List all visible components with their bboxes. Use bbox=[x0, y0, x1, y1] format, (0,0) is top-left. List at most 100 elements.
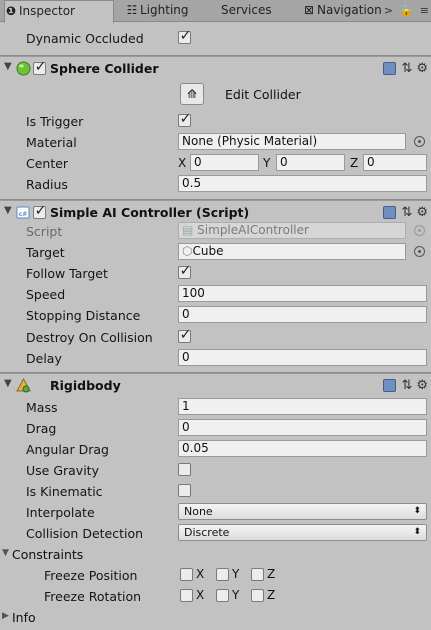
gear-icon[interactable]: ⚙ bbox=[416, 61, 428, 76]
object-picker-icon bbox=[414, 225, 425, 236]
dropdown-arrow-icon: ⬍ bbox=[413, 506, 421, 516]
info-icon: ❶ bbox=[5, 4, 17, 18]
center-y-field[interactable]: 0 bbox=[276, 154, 345, 171]
info-label: Info bbox=[12, 610, 36, 625]
check-icon: ✓ bbox=[179, 263, 192, 279]
tab-lighting[interactable]: ☷ Lighting bbox=[126, 0, 206, 22]
is-kinematic-checkbox[interactable] bbox=[178, 484, 191, 497]
help-book-icon[interactable] bbox=[383, 379, 397, 392]
lighting-icon: ☷ bbox=[126, 3, 138, 17]
stopping-distance-row: Stopping Distance 0 bbox=[0, 305, 431, 326]
interpolate-dropdown[interactable]: None ⬍ bbox=[178, 503, 427, 520]
freeze-position-z-label: Z bbox=[267, 567, 276, 581]
script-field: ▤ SimpleAIController bbox=[178, 222, 406, 239]
use-gravity-checkbox[interactable] bbox=[178, 463, 191, 476]
gear-icon[interactable]: ⚙ bbox=[416, 205, 428, 220]
collision-detection-dropdown[interactable]: Discrete ⬍ bbox=[178, 524, 427, 541]
drag-field[interactable]: 0 bbox=[178, 419, 427, 436]
info-row[interactable]: ▶ Info bbox=[0, 607, 431, 628]
help-book-icon[interactable] bbox=[383, 206, 397, 219]
dynamic-occluded-row: Dynamic Occluded ✓ bbox=[0, 28, 431, 49]
collision-detection-label: Collision Detection bbox=[26, 526, 144, 541]
collision-detection-row: Collision Detection Discrete ⬍ bbox=[0, 523, 431, 544]
tab-navigation-label: Navigation bbox=[317, 3, 382, 17]
material-field[interactable]: None (Physic Material) bbox=[178, 133, 406, 150]
foldout-expanded-icon[interactable]: ▼ bbox=[4, 205, 12, 216]
script-icon: c# bbox=[16, 206, 30, 219]
object-picker-icon[interactable] bbox=[414, 136, 425, 147]
freeze-position-row: Freeze Position X Y Z bbox=[0, 565, 431, 586]
constraints-row[interactable]: ▼ Constraints bbox=[0, 544, 431, 565]
tab-options: > 🔒 ≡ bbox=[381, 0, 429, 22]
foldout-expanded-icon[interactable]: ▼ bbox=[4, 378, 12, 389]
edit-collider-button[interactable]: ⟰ bbox=[180, 83, 204, 105]
menu-icon[interactable]: ≡ bbox=[420, 4, 429, 17]
target-label: Target bbox=[26, 245, 65, 260]
edit-collider-row: ⟰ Edit Collider bbox=[0, 83, 431, 108]
foldout-expanded-icon[interactable]: ▼ bbox=[4, 61, 12, 72]
is-trigger-label: Is Trigger bbox=[26, 114, 84, 129]
component-separator bbox=[0, 55, 431, 57]
tab-services-label: Services bbox=[221, 3, 272, 17]
lock-icon[interactable]: 🔒 bbox=[400, 4, 414, 17]
freeze-position-x-checkbox[interactable] bbox=[180, 568, 193, 581]
interpolate-label: Interpolate bbox=[26, 505, 95, 520]
script-row: Script ▤ SimpleAIController bbox=[0, 221, 431, 242]
collision-detection-value: Discrete bbox=[184, 526, 230, 539]
tab-inspector-label: Inspector bbox=[19, 4, 75, 18]
freeze-rotation-y-checkbox[interactable] bbox=[216, 589, 229, 602]
target-row: Target ⬡Cube bbox=[0, 242, 431, 263]
rigidbody-header[interactable]: ▼ Rigidbody ⇅ ⚙ bbox=[0, 375, 431, 398]
follow-target-checkbox[interactable]: ✓ bbox=[178, 263, 192, 279]
preset-icon[interactable]: ⇅ bbox=[401, 378, 412, 393]
sphere-collider-header[interactable]: ▼ ✓ Sphere Collider ⇅ ⚙ bbox=[0, 58, 431, 81]
angular-drag-field[interactable]: 0.05 bbox=[178, 440, 427, 457]
destroy-on-collision-checkbox[interactable]: ✓ bbox=[178, 327, 191, 343]
object-picker-icon[interactable] bbox=[414, 246, 425, 257]
dynamic-occluded-checkbox[interactable]: ✓ bbox=[178, 28, 191, 44]
edit-collider-label: Edit Collider bbox=[225, 87, 301, 102]
radius-field[interactable]: 0.5 bbox=[178, 175, 427, 192]
constraints-label: Constraints bbox=[12, 547, 84, 562]
foldout-expanded-icon[interactable]: ▼ bbox=[2, 548, 9, 558]
sphere-collider-enabled-checkbox[interactable]: ✓ bbox=[33, 59, 46, 75]
destroy-on-collision-row: Destroy On Collision ✓ bbox=[0, 327, 431, 348]
freeze-position-z-checkbox[interactable] bbox=[251, 568, 264, 581]
mass-field[interactable]: 1 bbox=[178, 398, 427, 415]
delay-row: Delay 0 bbox=[0, 348, 431, 369]
preset-icon[interactable]: ⇅ bbox=[401, 61, 412, 76]
ai-controller-title: Simple AI Controller (Script) bbox=[50, 205, 250, 220]
ai-controller-enabled-checkbox[interactable]: ✓ bbox=[33, 203, 46, 219]
delay-field[interactable]: 0 bbox=[178, 349, 427, 366]
radius-label: Radius bbox=[26, 177, 68, 192]
target-field[interactable]: ⬡Cube bbox=[178, 243, 406, 260]
speed-label: Speed bbox=[26, 287, 66, 302]
freeze-position-y-checkbox[interactable] bbox=[216, 568, 229, 581]
destroy-on-collision-label: Destroy On Collision bbox=[26, 330, 153, 345]
radius-row: Radius 0.5 bbox=[0, 174, 431, 195]
preset-icon[interactable]: ⇅ bbox=[401, 205, 412, 220]
gear-icon[interactable]: ⚙ bbox=[416, 378, 428, 393]
tab-lighting-label: Lighting bbox=[140, 3, 189, 17]
dropdown-arrow-icon: ⬍ bbox=[413, 527, 421, 537]
help-book-icon[interactable] bbox=[383, 62, 397, 75]
material-label: Material bbox=[26, 135, 77, 150]
is-trigger-checkbox[interactable]: ✓ bbox=[178, 111, 191, 127]
interpolate-row: Interpolate None ⬍ bbox=[0, 502, 431, 523]
freeze-rotation-z-checkbox[interactable] bbox=[251, 589, 264, 602]
center-x-field[interactable]: 0 bbox=[190, 154, 259, 171]
center-z-field[interactable]: 0 bbox=[363, 154, 427, 171]
speed-field[interactable]: 100 bbox=[178, 285, 427, 302]
foldout-collapsed-icon[interactable]: ▶ bbox=[2, 611, 9, 621]
speed-row: Speed 100 bbox=[0, 284, 431, 305]
navigation-icon: ⊠ bbox=[303, 3, 315, 17]
follow-target-row: Follow Target ✓ bbox=[0, 263, 431, 284]
tab-navigation[interactable]: ⊠ Navigation bbox=[303, 0, 385, 22]
tab-inspector[interactable]: ❶ Inspector bbox=[4, 0, 114, 23]
stopping-distance-field[interactable]: 0 bbox=[178, 306, 427, 323]
tab-services[interactable]: Services bbox=[221, 0, 291, 22]
tab-overflow-icon[interactable]: > bbox=[384, 4, 393, 17]
freeze-rotation-x-checkbox[interactable] bbox=[180, 589, 193, 602]
center-z-label: Z bbox=[350, 156, 359, 170]
freeze-position-y-label: Y bbox=[232, 567, 240, 581]
